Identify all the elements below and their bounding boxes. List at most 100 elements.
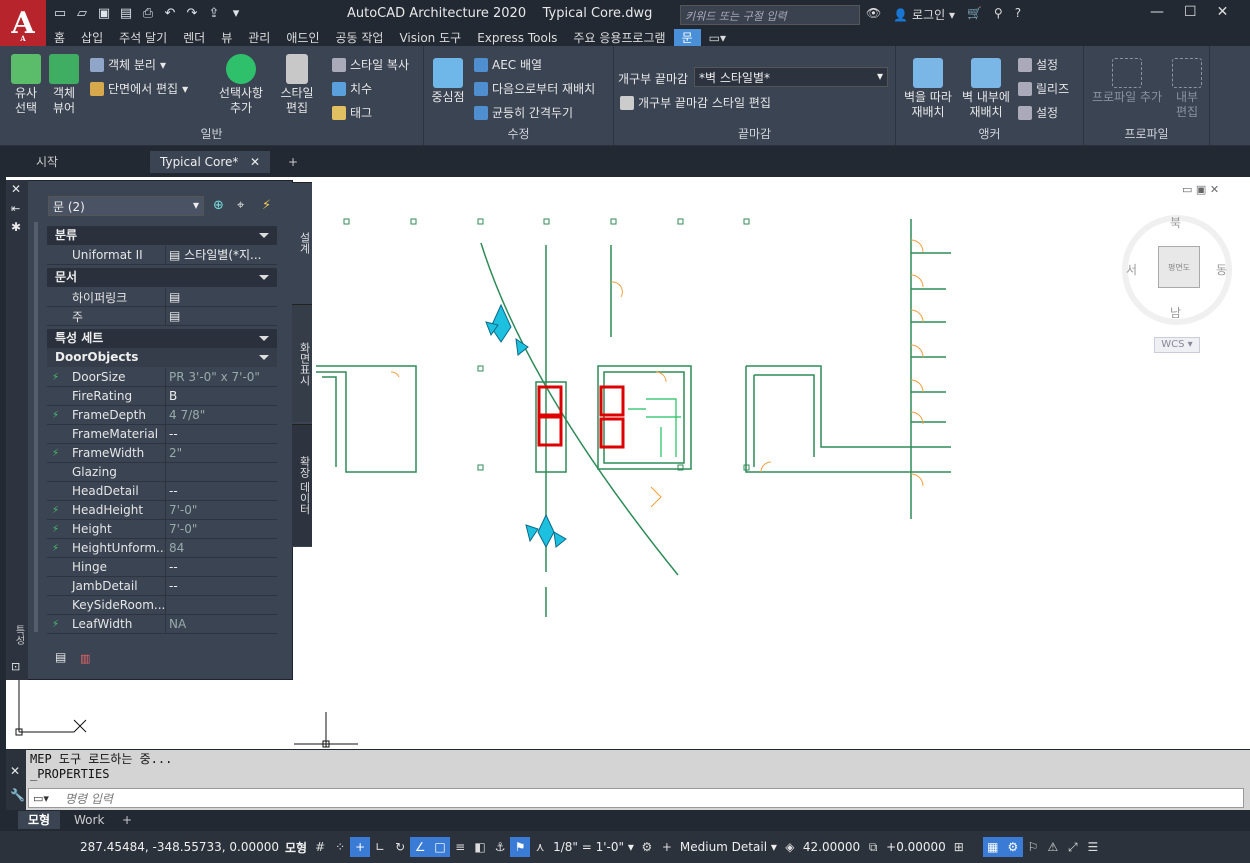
ribbon-display-icon[interactable]: ▭▾ <box>701 29 734 47</box>
cut-plane-icon[interactable]: ⧉ <box>863 837 883 857</box>
palette-scrollbar[interactable] <box>34 222 38 632</box>
prop-value[interactable]: 84 <box>165 539 277 557</box>
reposition-along-wall-button[interactable]: 벽을 따라 재배치 <box>900 58 956 120</box>
model-space-toggle[interactable]: 모형 <box>285 839 307 856</box>
center-button[interactable]: 중심점 <box>428 58 468 105</box>
cut-plane-value[interactable]: +0.00000 <box>886 840 946 854</box>
ribbon-tab-11[interactable]: 문 <box>673 29 701 47</box>
maximize-icon[interactable]: ☐ <box>1184 4 1197 20</box>
tab-display[interactable]: 화면표시 <box>292 304 312 422</box>
anchor-set2-button[interactable]: 설정 <box>1018 104 1058 121</box>
add-profile-button[interactable]: 프로파일 추가 <box>1088 58 1166 105</box>
prop-value[interactable]: NA <box>165 615 277 633</box>
prop-row-leafwidth[interactable]: LeafWidth NA <box>47 615 277 634</box>
prop-row-headheight[interactable]: HeadHeight 7'-0" <box>47 501 277 520</box>
anchor-release-button[interactable]: 릴리즈 <box>1018 80 1069 97</box>
ortho-icon[interactable]: ∟ <box>370 837 390 857</box>
ribbon-tab-5[interactable]: 관리 <box>240 29 278 47</box>
edit-in-section-button[interactable]: 단면에서 편집 ▾ <box>90 80 188 97</box>
prop-row-note[interactable]: 주 ▤ <box>47 307 277 326</box>
clean-screen-icon[interactable]: ⤢ <box>1063 837 1083 857</box>
prop-row-height[interactable]: Height 7'-0" <box>47 520 277 539</box>
space-evenly-button[interactable]: 균등히 간격두기 <box>474 104 573 121</box>
display-config-select[interactable]: Medium Detail ▾ <box>680 840 777 854</box>
close-icon[interactable]: ✕ <box>1217 4 1229 20</box>
snap-icon[interactable]: ⁘ <box>330 837 350 857</box>
polar-icon[interactable]: ↻ <box>390 837 410 857</box>
print-icon[interactable]: ⎙ <box>140 6 156 22</box>
prop-value[interactable]: 2" <box>165 444 277 462</box>
palette-properties-icon[interactable]: ✱ <box>11 220 21 234</box>
add-propset-icon[interactable]: ▤ <box>55 650 66 664</box>
remove-propset-icon[interactable]: ▥ <box>80 652 90 665</box>
tab-design[interactable]: 설계 <box>292 182 312 302</box>
cart-icon[interactable]: 🛒 <box>967 6 982 23</box>
ribbon-tab-6[interactable]: 애드인 <box>278 29 327 47</box>
palette-menu-icon[interactable]: ⊡ <box>11 660 20 673</box>
open-icon[interactable]: ▱ <box>74 6 90 22</box>
grid-icon[interactable]: # <box>310 837 330 857</box>
coordinates-readout[interactable]: 287.45484, -348.55733, 0.00000 <box>80 840 279 854</box>
category-classification[interactable]: 분류 <box>47 226 277 245</box>
prop-value[interactable]: ▤ 스타일별(*지... <box>165 246 277 264</box>
tab-start[interactable]: 시작 <box>26 151 68 173</box>
prop-value[interactable]: PR 3'-0" x 7'-0" <box>165 368 277 386</box>
lineweight-icon[interactable]: ≡ <box>450 837 470 857</box>
reposition-within-wall-button[interactable]: 벽 내부에 재배치 <box>958 58 1014 120</box>
new-icon[interactable]: ▭ <box>52 6 68 22</box>
prop-row-keysideroom[interactable]: KeySideRoom... <box>47 596 277 615</box>
tab-typical-core[interactable]: Typical Core* ✕ <box>150 151 270 173</box>
command-close-icon[interactable]: ✕ <box>6 750 26 778</box>
ribbon-tab-0[interactable]: 홈 <box>46 29 73 47</box>
prop-value[interactable]: 7'-0" <box>165 501 277 519</box>
a360-icon[interactable]: ⚲ <box>994 6 1003 23</box>
plus-icon[interactable]: + <box>657 837 677 857</box>
prop-row-jambdetail[interactable]: JambDetail -- <box>47 577 277 596</box>
prop-row-hinge[interactable]: Hinge -- <box>47 558 277 577</box>
annotation-scale-select[interactable]: 1/8" = 1'-0" ▾ <box>553 840 634 854</box>
ribbon-tab-9[interactable]: Express Tools <box>469 29 565 47</box>
close-tab-icon[interactable]: ✕ <box>250 151 260 173</box>
similar-select-button[interactable]: 유사 선택 <box>8 54 44 116</box>
isolate-status-icon[interactable]: ⚐ <box>1023 837 1043 857</box>
quick-props-icon[interactable]: ⚙ <box>1002 837 1023 857</box>
help-icon[interactable]: ? <box>1015 6 1021 23</box>
category-document[interactable]: 문서 <box>47 268 277 287</box>
tag-button[interactable]: 태그 <box>332 104 372 121</box>
viewcube-south[interactable]: 남 <box>1170 304 1181 321</box>
isolate-objects-button[interactable]: 객체 분리 ▾ <box>90 56 166 73</box>
select-objects-icon[interactable]: ⌖ <box>237 198 244 213</box>
endcap-style-select[interactable]: *벽 스타일별* ▾ <box>694 67 888 87</box>
prop-value[interactable]: -- <box>165 558 277 576</box>
category-doorobjects[interactable]: DoorObjects <box>47 348 277 367</box>
edit-endcap-style-button[interactable]: 개구부 끝마감 스타일 편집 <box>620 94 771 111</box>
prop-value[interactable]: -- <box>165 425 277 443</box>
ribbon-tab-8[interactable]: Vision 도구 <box>391 29 469 47</box>
osnap-icon[interactable]: □ <box>430 837 451 857</box>
command-prompt-icon[interactable]: ▭▾ <box>33 792 49 805</box>
tab-extended-data[interactable]: 확장 데이터 <box>292 424 312 546</box>
hardware-accel-icon[interactable]: ⚠ <box>1043 837 1063 857</box>
hyperlink-icon[interactable]: ▤ <box>165 288 277 306</box>
vp-minimize-icon[interactable]: ▭ <box>1182 183 1192 196</box>
selection-cycle-icon[interactable]: ◧ <box>470 837 490 857</box>
prop-value[interactable] <box>165 596 277 614</box>
prop-row-uniformat[interactable]: Uniformat II ▤ 스타일별(*지... <box>47 246 277 265</box>
ribbon-tab-1[interactable]: 삽입 <box>73 29 111 47</box>
vp-close-icon[interactable]: ✕ <box>1210 183 1219 196</box>
prop-value[interactable]: B <box>165 387 277 405</box>
annotation-visibility-icon[interactable]: ⚑ <box>510 837 531 857</box>
save-as-icon[interactable]: ▤ <box>118 6 134 22</box>
ribbon-tab-2[interactable]: 주석 달기 <box>111 29 175 47</box>
vp-restore-icon[interactable]: ▣ <box>1196 183 1206 196</box>
layer-key-icon[interactable]: ▦ <box>982 837 1003 857</box>
aec-array-button[interactable]: AEC 배열 <box>474 56 542 73</box>
add-selection-icon[interactable]: ⊕ <box>213 198 224 213</box>
prop-row-framedepth[interactable]: FrameDepth 4 7/8" <box>47 406 277 425</box>
share-icon[interactable]: ⇪ <box>206 6 222 22</box>
prop-value[interactable]: 4 7/8" <box>165 406 277 424</box>
viewcube-east[interactable]: 동 <box>1216 261 1227 278</box>
prop-value[interactable]: -- <box>165 577 277 595</box>
redo-icon[interactable]: ↷ <box>184 6 200 22</box>
prop-row-hyperlink[interactable]: 하이퍼링크 ▤ <box>47 288 277 307</box>
